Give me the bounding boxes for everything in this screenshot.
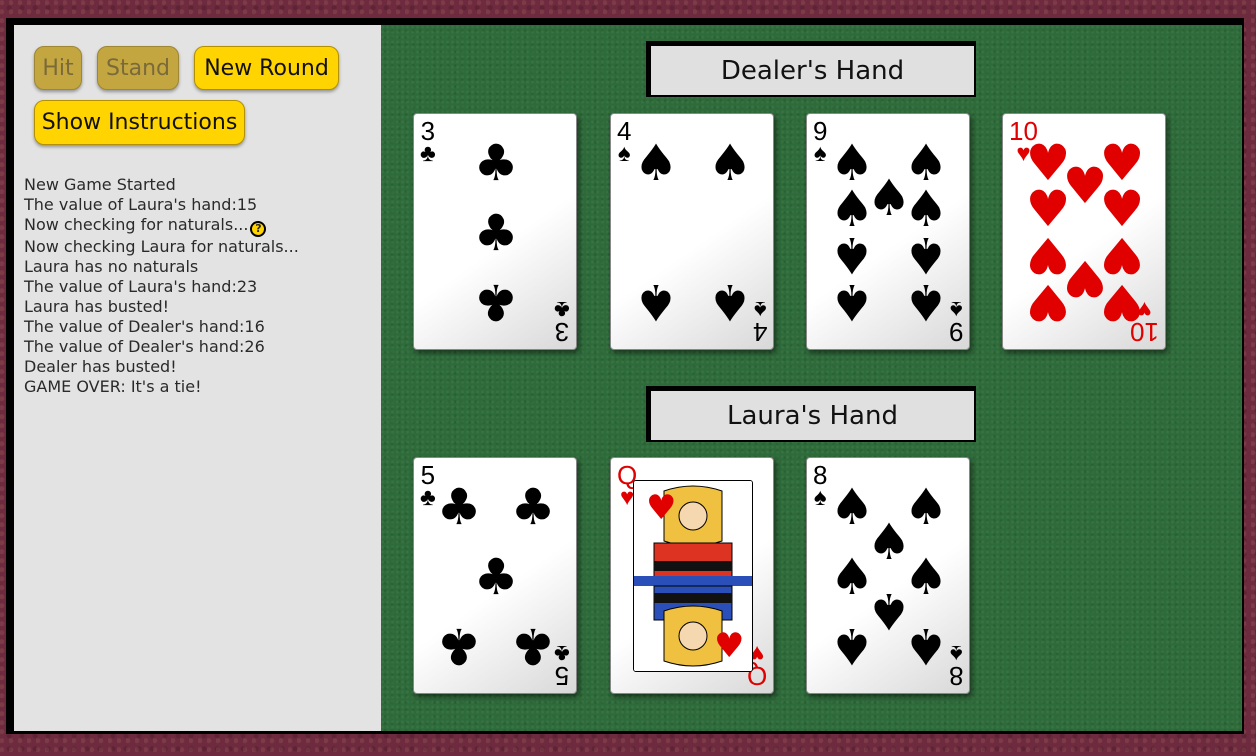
log-line: Laura has busted!	[24, 297, 170, 316]
log-line: Now checking for naturals...?	[24, 215, 364, 237]
spades-pip-icon: ♠	[903, 617, 949, 675]
card-corner-index: 5 ♣	[420, 462, 436, 510]
card-corner-index: 8 ♠	[813, 462, 827, 510]
log-line: Now checking Laura for naturals...	[24, 237, 299, 256]
dealer-hand-title: Dealer's Hand	[646, 41, 976, 97]
dealer-card-4-of-spades: 4 ♠ 4 ♠ ♠ ♠ ♠ ♠	[610, 113, 774, 350]
clubs-pip-icon: ♣	[473, 547, 519, 606]
clubs-suit-icon: ♣	[420, 140, 436, 167]
spades-pip-icon: ♠	[707, 134, 753, 192]
log-line-text: Now checking for naturals...	[24, 215, 249, 234]
card-corner-index: 4 ♠	[617, 118, 631, 166]
spades-pip-icon: ♠	[633, 273, 679, 331]
spades-suit-icon: ♠	[813, 140, 827, 167]
game-log: New Game Started The value of Laura's ha…	[24, 175, 364, 397]
queen-portrait-icon: ♥ ♥	[633, 480, 753, 672]
card-corner-index: 5 ♣	[554, 640, 570, 691]
clubs-suit-icon: ♣	[554, 296, 570, 323]
clubs-pip-icon: ♣	[510, 617, 556, 675]
spades-suit-icon: ♠	[753, 296, 767, 323]
clubs-suit-icon: ♣	[554, 640, 570, 667]
spades-pip-icon: ♠	[903, 273, 949, 331]
spades-suit-icon: ♠	[617, 140, 631, 167]
dealer-card-3-of-clubs: 3 ♣ 3 ♣ ♣ ♣ ♣	[413, 113, 577, 350]
stand-button[interactable]: Stand	[97, 46, 179, 90]
spades-suit-icon: ♠	[813, 484, 827, 511]
log-line: The value of Dealer's hand:16	[24, 317, 265, 336]
card-corner-index: 4 ♠	[753, 296, 767, 347]
dealer-card-9-of-spades: 9 ♠ 9 ♠ ♠ ♠ ♠ ♠ ♠ ♠ ♠ ♠ ♠	[806, 113, 970, 350]
clubs-pip-icon: ♣	[510, 478, 556, 536]
log-line: Laura has no naturals	[24, 257, 199, 276]
card-corner-index: 8 ♠	[949, 640, 963, 691]
clubs-pip-icon: ♣	[473, 273, 519, 331]
new-round-button[interactable]: New Round	[194, 46, 339, 90]
svg-text:♥: ♥	[714, 626, 744, 666]
clubs-pip-icon: ♣	[473, 134, 519, 192]
hearts-pip-icon: ♥	[1099, 273, 1145, 331]
clubs-suit-icon: ♣	[420, 484, 436, 511]
hearts-pip-icon: ♥	[1025, 273, 1071, 331]
clubs-pip-icon: ♣	[436, 617, 482, 675]
spades-suit-icon: ♠	[949, 296, 963, 323]
card-corner-index: 9 ♠	[813, 118, 827, 166]
spades-pip-icon: ♠	[829, 273, 875, 331]
card-corner-index: 3 ♣	[554, 296, 570, 347]
spades-pip-icon: ♠	[707, 273, 753, 331]
player-card-8-of-spades: 8 ♠ 8 ♠ ♠ ♠ ♠ ♠ ♠ ♠ ♠ ♠	[806, 457, 970, 694]
show-instructions-button[interactable]: Show Instructions	[34, 100, 245, 145]
log-line: The value of Dealer's hand:26	[24, 337, 265, 356]
log-line: The value of Laura's hand:15	[24, 195, 258, 214]
spades-suit-icon: ♠	[949, 640, 963, 667]
card-corner-index: 3 ♣	[420, 118, 436, 166]
svg-text:♥: ♥	[646, 488, 676, 528]
log-line: Dealer has busted!	[24, 357, 177, 376]
hit-button[interactable]: Hit	[34, 46, 82, 90]
log-line: New Game Started	[24, 175, 176, 194]
spades-pip-icon: ♠	[633, 134, 679, 192]
log-line: GAME OVER: It's a tie!	[24, 377, 202, 396]
player-hand-title: Laura's Hand	[646, 386, 976, 442]
clubs-pip-icon: ♣	[436, 478, 482, 536]
player-card-5-of-clubs: 5 ♣ 5 ♣ ♣ ♣ ♣ ♣ ♣	[413, 457, 577, 694]
card-corner-index: 9 ♠	[949, 296, 963, 347]
dealer-card-10-of-hearts: 10 ♥ 10 ♥ ♥ ♥ ♥ ♥ ♥ ♥ ♥ ♥ ♥ ♥	[1002, 113, 1166, 350]
clubs-pip-icon: ♣	[473, 203, 519, 262]
player-card-Q-of-hearts: Q ♥ Q ♥ ♥ ♥	[610, 457, 774, 694]
log-line: The value of Laura's hand:23	[24, 277, 258, 296]
help-icon[interactable]: ?	[250, 221, 267, 237]
spades-pip-icon: ♠	[829, 617, 875, 675]
